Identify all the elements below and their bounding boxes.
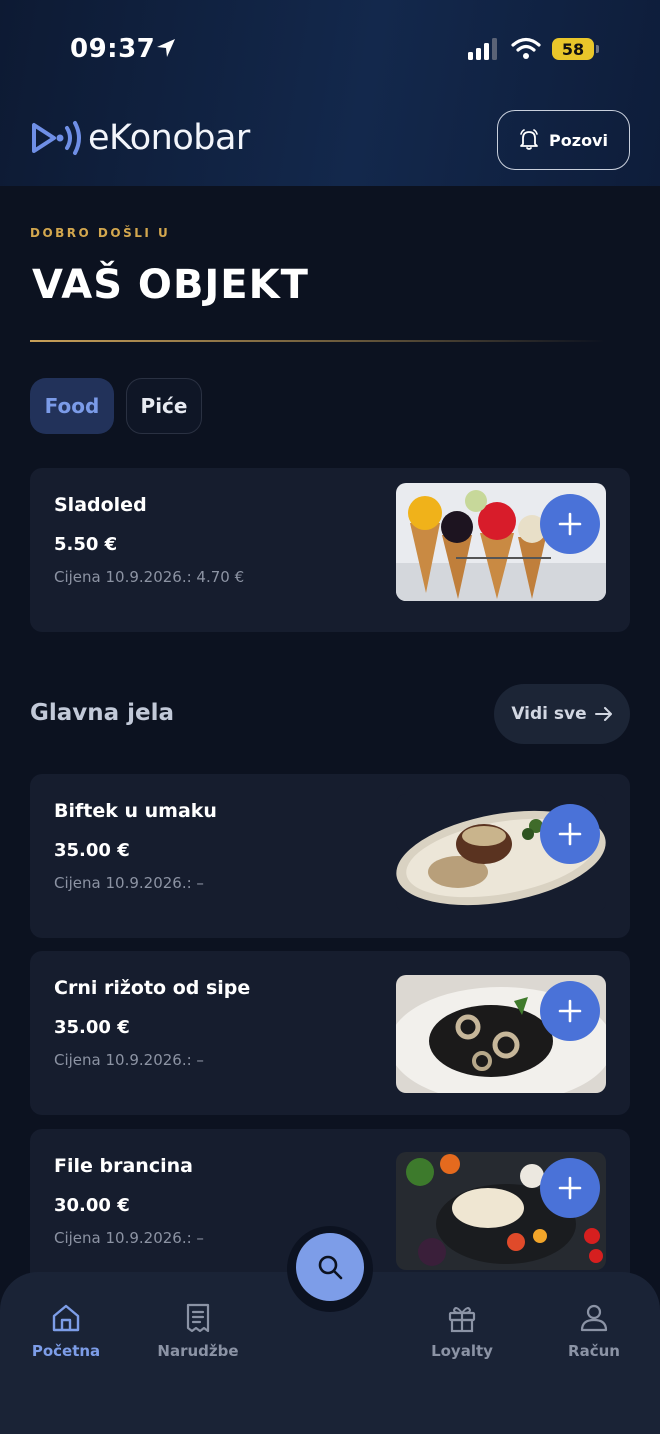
call-waiter-label: Pozovi: [549, 130, 608, 150]
tab-drinks[interactable]: Piće: [126, 378, 202, 434]
add-to-cart-button[interactable]: [540, 981, 600, 1041]
see-all-label: Vidi sve: [511, 704, 587, 724]
item-price: 30.00 €: [54, 1195, 130, 1216]
gift-icon: [448, 1307, 476, 1333]
title-divider: [30, 340, 605, 342]
add-to-cart-button[interactable]: [540, 1158, 600, 1218]
item-name: Sladoled: [54, 494, 147, 516]
menu-item-card[interactable]: Sladoled 5.50 € Cijena 10.9.2026.: 4.70 …: [30, 468, 630, 632]
bell-icon: [520, 129, 538, 150]
item-name: Crni rižoto od sipe: [54, 977, 251, 999]
call-waiter-button[interactable]: Pozovi: [497, 110, 630, 170]
plus-icon: [558, 1176, 582, 1200]
app-header: 09:37 58 eKonobar Pozovi: [0, 0, 660, 186]
receipt-icon: [186, 1303, 210, 1333]
logo-mark-icon: [32, 121, 81, 155]
brand-name: eKonobar: [88, 118, 250, 158]
item-price: 35.00 €: [54, 1017, 130, 1038]
welcome-subtitle: DOBRO DOŠLI U: [30, 226, 171, 240]
search-button[interactable]: [296, 1233, 364, 1301]
nav-label: Račun: [568, 1342, 620, 1360]
item-price: 5.50 €: [54, 534, 118, 555]
menu-item-card[interactable]: Crni rižoto od sipe 35.00 € Cijena 10.9.…: [30, 951, 630, 1115]
add-to-cart-button[interactable]: [540, 494, 600, 554]
nav-label: Narudžbe: [157, 1342, 239, 1360]
plus-icon: [558, 512, 582, 536]
see-all-button[interactable]: Vidi sve: [494, 684, 630, 744]
venue-title: VAŠ OBJEKT: [32, 262, 309, 308]
battery-tip: [596, 45, 599, 53]
wifi-icon: [511, 37, 541, 59]
home-icon: [52, 1304, 80, 1332]
menu-item-card[interactable]: Biftek u umaku 35.00 € Cijena 10.9.2026.…: [30, 774, 630, 938]
item-old-price: Cijena 10.9.2026.: –: [54, 1051, 204, 1069]
nav-label: Loyalty: [431, 1342, 493, 1360]
nav-item-home[interactable]: Početna: [6, 1302, 126, 1360]
search-icon: [318, 1255, 343, 1280]
location-arrow-icon: [157, 39, 175, 57]
brand-logo: eKonobar: [30, 118, 250, 158]
plus-icon: [558, 822, 582, 846]
battery-indicator: 58: [552, 38, 594, 60]
nav-item-loyalty[interactable]: Loyalty: [402, 1302, 522, 1360]
add-to-cart-button[interactable]: [540, 804, 600, 864]
item-old-price: Cijena 10.9.2026.: –: [54, 874, 204, 892]
cellular-signal-icon: [468, 38, 497, 60]
nav-item-account[interactable]: Račun: [534, 1302, 654, 1360]
nav-label: Početna: [31, 1342, 101, 1360]
tab-food[interactable]: Food: [30, 378, 114, 434]
plus-icon: [558, 999, 582, 1023]
item-old-price: Cijena 10.9.2026.: 4.70 €: [54, 568, 245, 586]
section-title: Glavna jela: [30, 700, 175, 726]
item-price: 35.00 €: [54, 840, 130, 861]
item-old-price: Cijena 10.9.2026.: –: [54, 1229, 204, 1247]
item-name: File brancina: [54, 1155, 193, 1177]
status-time: 09:37: [70, 34, 156, 64]
item-name: Biftek u umaku: [54, 800, 217, 822]
nav-item-orders[interactable]: Narudžbe: [138, 1302, 258, 1360]
arrow-right-icon: [594, 707, 612, 721]
user-icon: [580, 1304, 608, 1332]
